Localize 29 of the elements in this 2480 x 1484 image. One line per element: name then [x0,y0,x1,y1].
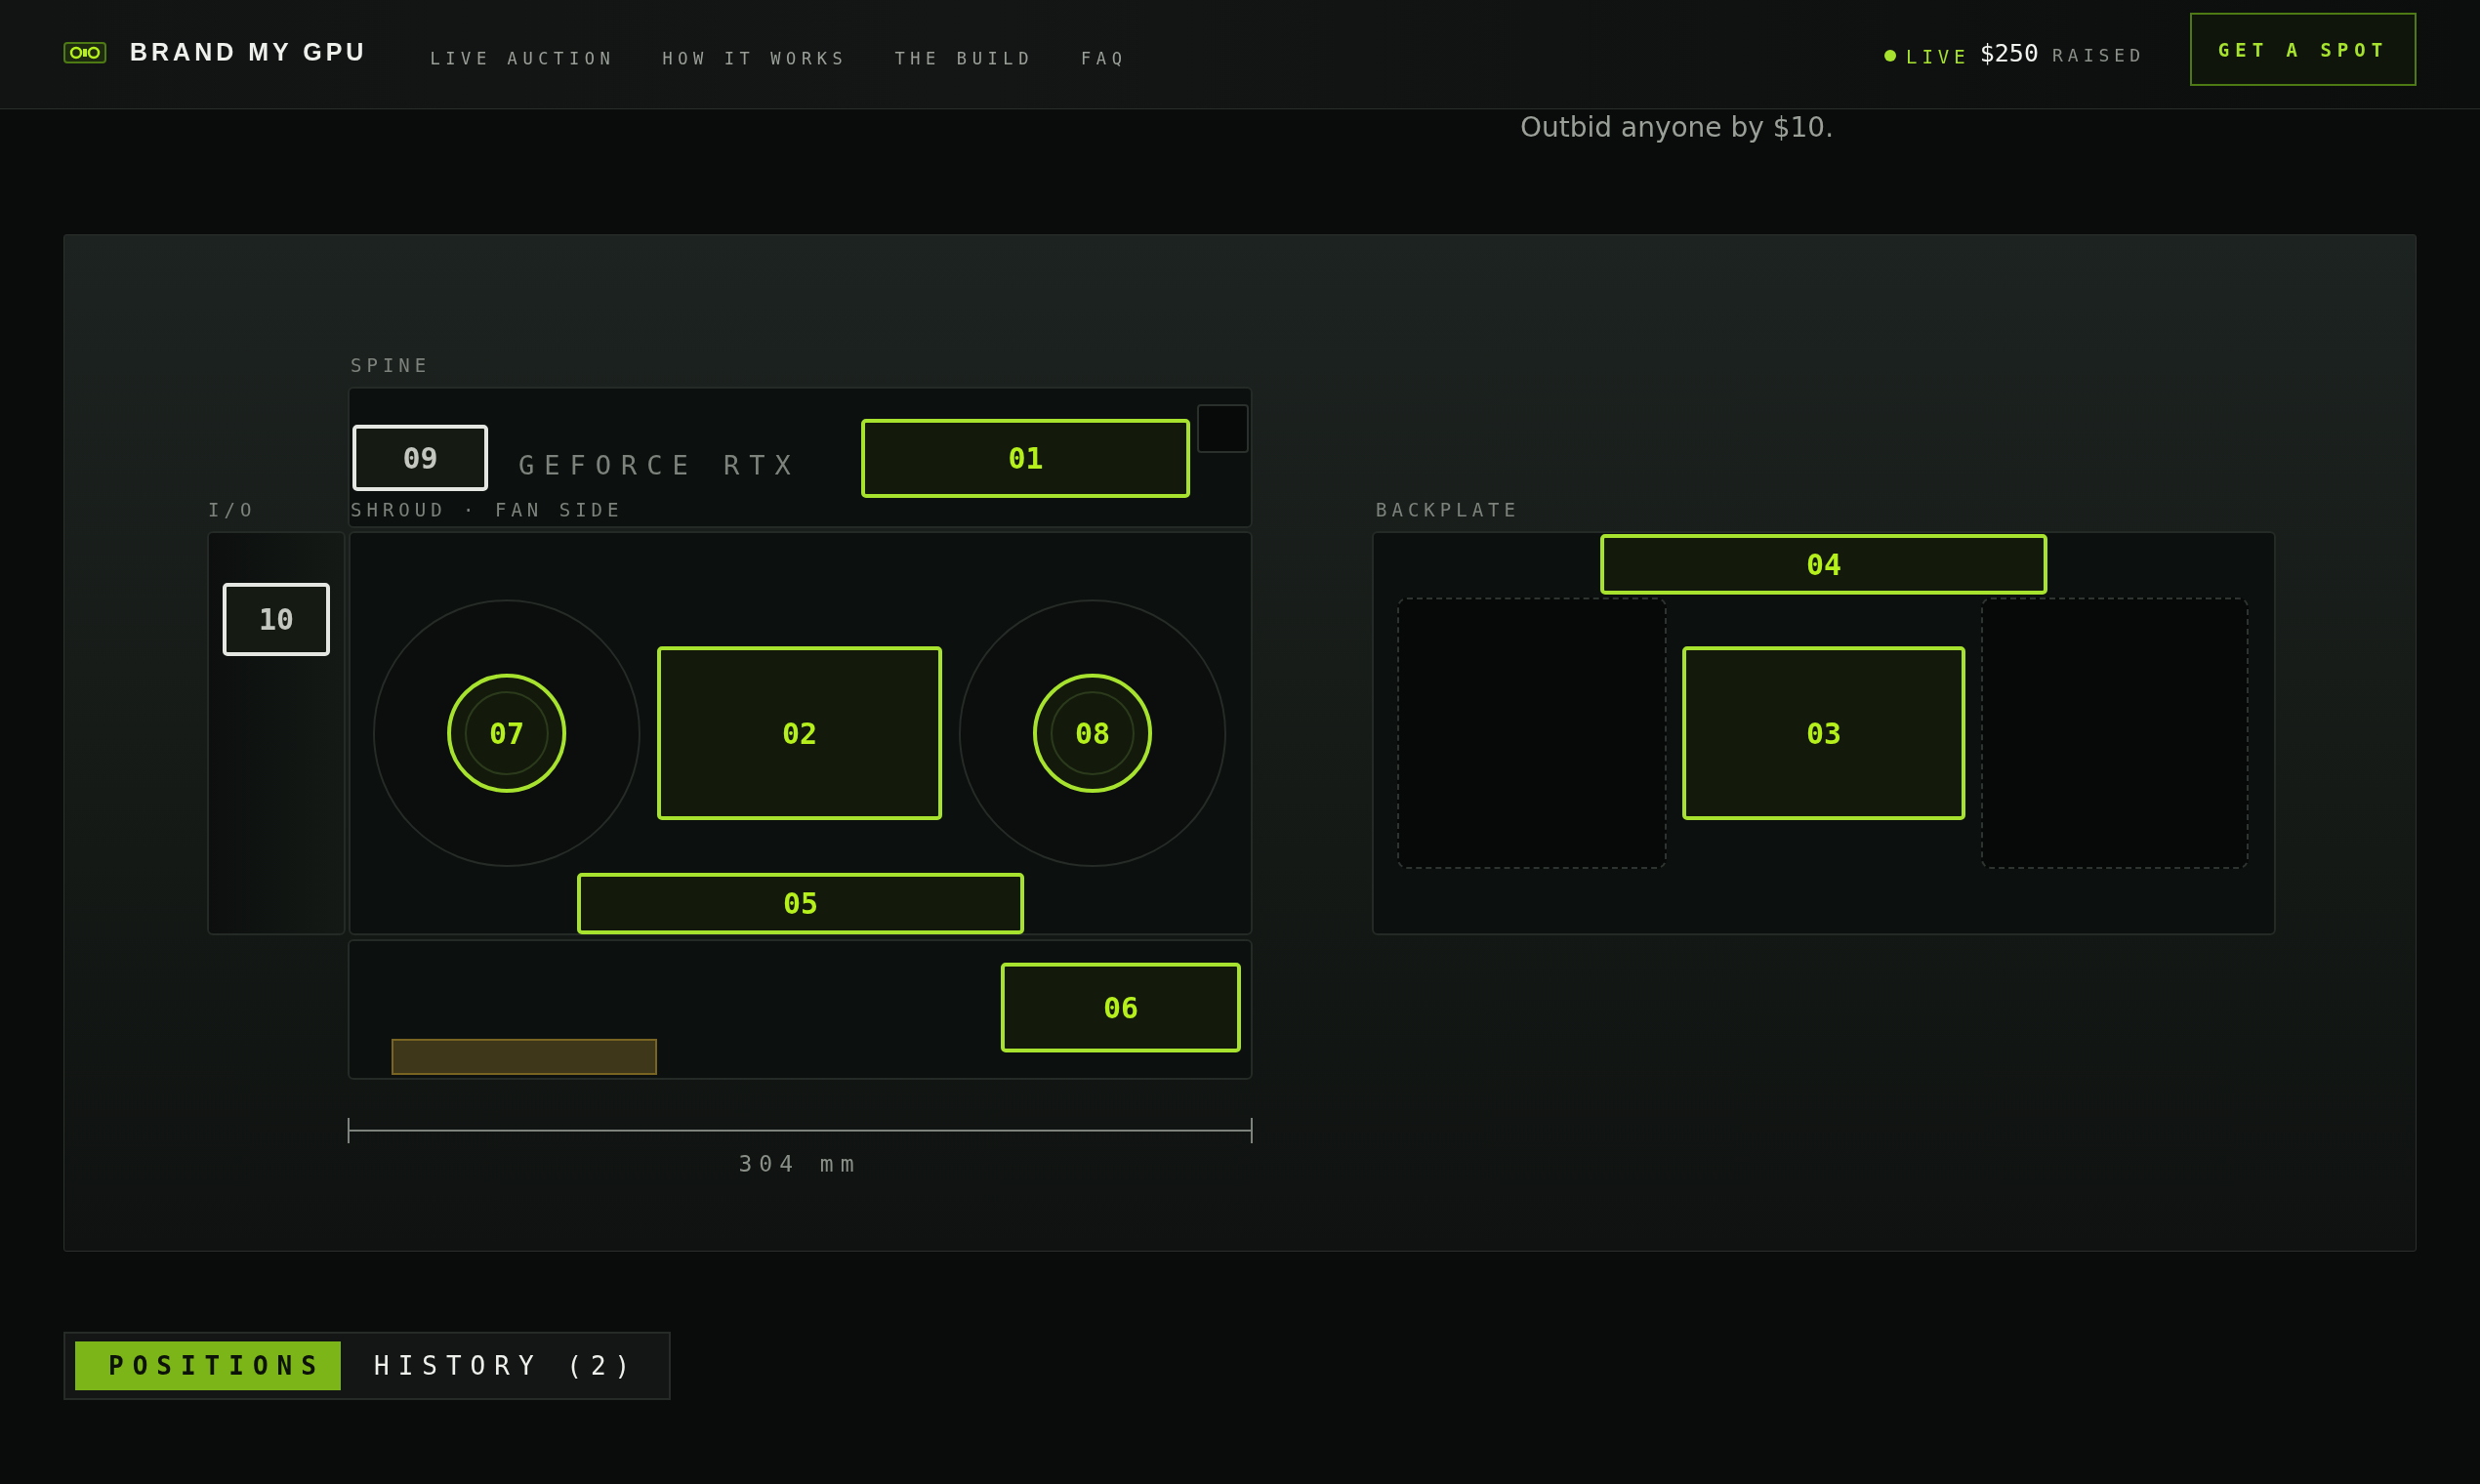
tab[interactable]: POSITIONS [75,1341,341,1390]
raised-label: RAISED [2051,45,2145,65]
live-dot [1884,49,1896,62]
nav-link[interactable]: LIVE AUCTION [430,48,616,68]
square-marker [1197,404,1249,453]
slot-button[interactable]: 03 [1682,646,1965,820]
live-label: LIVE [1906,45,1970,67]
nav-link[interactable]: HOW IT WORKS [662,48,848,68]
card-text: GEFORCE RTX [518,450,801,480]
slot-button[interactable]: 10 [223,583,330,656]
zone-label: SHROUD · FAN SIDE [351,499,624,520]
raised-amount: $250 [1979,39,2039,67]
slot-button[interactable]: 05 [577,873,1024,934]
zone-label: BACKPLATE [1376,499,1520,520]
brand-name: BRAND MY GPU [130,38,368,66]
nav-link[interactable]: FAQ [1080,48,1128,68]
slot-button[interactable]: 09 [352,425,488,491]
logo-icon [63,41,106,63]
slot-button[interactable]: 06 [1001,963,1241,1052]
slot-button[interactable]: 02 [657,646,942,820]
nav-link[interactable]: THE BUILD [894,48,1034,68]
subtitle: Outbid anyone by $10. [1520,111,1836,144]
length-label: 304 mm [738,1151,861,1176]
slot-button[interactable]: 01 [861,419,1190,498]
zone-label: I/O [208,499,257,520]
get-spot-button[interactable]: GET A SPOT [2190,13,2417,86]
slot-button[interactable]: 04 [1600,534,2047,595]
tab[interactable]: HISTORY (2) [341,1341,673,1390]
zone-label: SPINE [351,354,432,376]
